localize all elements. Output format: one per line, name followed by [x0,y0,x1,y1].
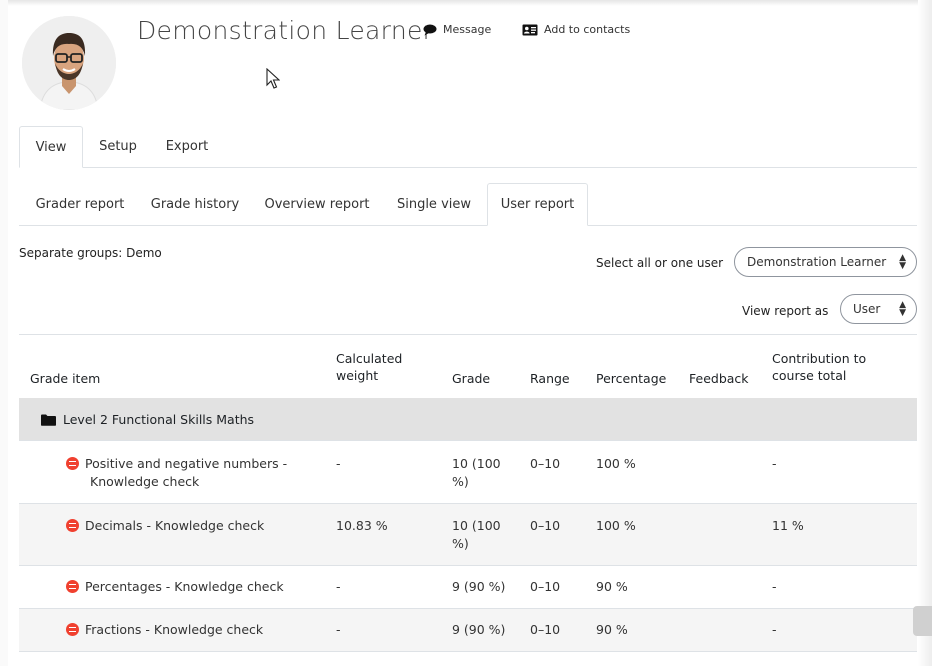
tab-single-view[interactable]: Single view [381,183,487,225]
grade-cell: 10 (100 %) [452,517,501,553]
avatar[interactable] [22,16,116,110]
tab-export-label: Export [165,139,209,154]
col-grade[interactable]: Grade [452,370,490,387]
col-contribution-line2: course total [772,368,847,383]
col-feedback[interactable]: Feedback [689,370,749,387]
grade-line2: %) [452,536,469,551]
grade-item-name: Percentages - Knowledge check [85,579,284,594]
right-shadow [918,0,932,666]
back-to-top-button[interactable] [913,606,932,636]
grade-cell: 9 (90 %) [452,579,506,594]
percentage-cell: 90 % [596,579,628,594]
grade-item-name-cont: Knowledge check [90,474,200,489]
table-row [19,652,917,672]
tab-overview-report[interactable]: Overview report [253,183,381,225]
grade-item-name: Positive and negative numbers - [85,456,288,471]
range-cell: 0–10 [530,622,561,637]
folder-icon [41,414,56,426]
weight-cell: - [336,622,341,637]
add-to-contacts-label: Add to contacts [544,23,631,36]
range-cell: 0–10 [530,456,561,471]
grade-cell: 9 (90 %) [452,622,506,637]
category-row: Level 2 Functional Skills Maths [19,398,917,441]
table-row: Decimals - Knowledge check 10.83 % 10 (1… [19,504,917,566]
groups-label: Separate groups: Demo [19,246,162,260]
col-weight-line1: Calculated [336,351,403,366]
avatar-photo [22,16,116,110]
top-shadow [0,0,932,6]
quiz-icon [66,519,79,532]
add-to-contacts-button[interactable]: Add to contacts [522,23,630,36]
table-row: Fractions - Knowledge check - 9 (90 %) 0… [19,609,917,652]
contribution-cell: 11 % [772,518,804,533]
tab-export[interactable]: Export [153,126,221,167]
contribution-cell: - [772,456,777,471]
grade-line1: 10 (100 [452,456,501,471]
message-button[interactable]: Message [423,23,491,36]
user-select-value: Demonstration Learner [747,255,887,269]
category-cell[interactable]: Level 2 Functional Skills Maths [41,411,254,429]
primary-tabs: View Setup Export [19,126,917,168]
grade-item-cell[interactable]: Decimals - Knowledge check [66,517,336,535]
percentage-cell: 100 % [596,518,636,533]
category-name: Level 2 Functional Skills Maths [63,412,255,427]
tab-user-report-label: User report [500,197,575,212]
message-label: Message [443,23,492,36]
col-range[interactable]: Range [530,370,570,387]
tab-grader-report[interactable]: Grader report [23,183,137,225]
view-as-value: User [853,302,881,316]
view-as-select[interactable]: User ▲ ▼ [840,294,917,324]
weight-cell: - [336,579,341,594]
user-select[interactable]: Demonstration Learner ▲ ▼ [734,247,917,277]
weight-cell: 10.83 % [336,518,388,533]
mouse-cursor-icon [266,68,280,89]
grade-item-cell[interactable]: Fractions - Knowledge check [66,621,336,639]
grade-item-cell[interactable]: Percentages - Knowledge check [66,578,336,596]
tab-view-label: View [35,139,67,155]
contribution-cell: - [772,579,777,594]
select-arrows-icon: ▲ ▼ [899,300,906,318]
range-cell: 0–10 [530,518,561,533]
percentage-cell: 90 % [596,622,628,637]
quiz-icon [66,623,79,636]
tab-overview-report-label: Overview report [264,196,370,212]
tab-user-report[interactable]: User report [487,183,588,226]
grade-item-cell[interactable]: Positive and negative numbers - Knowledg… [66,455,336,491]
col-contribution-line1: Contribution to [772,351,867,366]
address-card-icon [522,24,538,35]
contribution-cell: - [772,622,777,637]
quiz-icon [66,457,79,470]
tab-grader-report-label: Grader report [35,196,125,212]
range-cell: 0–10 [530,579,561,594]
table-row: Percentages - Knowledge check - 9 (90 %)… [19,566,917,609]
page-title: Demonstration Learner [137,16,434,45]
tab-setup-label: Setup [99,139,137,154]
col-weight-line2: weight [336,368,379,383]
grade-cell: 10 (100 %) [452,455,501,491]
view-as-label: View report as [742,304,829,318]
col-contribution[interactable]: Contribution to course total [772,350,866,384]
grade-item-name: Fractions - Knowledge check [85,622,264,637]
quiz-icon [66,580,79,593]
table-row: Positive and negative numbers - Knowledg… [19,441,917,504]
grade-item-name: Decimals - Knowledge check [85,518,265,533]
col-percentage[interactable]: Percentage [596,370,666,387]
divider [19,334,917,335]
tab-single-view-label: Single view [396,196,472,212]
left-gutter [0,0,8,666]
tab-setup[interactable]: Setup [83,126,153,167]
grade-line1: 10 (100 [452,518,501,533]
percentage-cell: 100 % [596,456,636,471]
user-select-label: Select all or one user [596,256,724,270]
speech-bubble-icon [423,24,437,35]
col-calculated-weight[interactable]: Calculated weight [336,350,402,384]
col-grade-item[interactable]: Grade item [30,370,100,387]
grade-line2: %) [452,474,469,489]
select-arrows-icon: ▲ ▼ [899,253,906,271]
tab-view[interactable]: View [19,126,83,168]
tab-grade-history[interactable]: Grade history [137,183,253,225]
secondary-tabs: Grader report Grade history Overview rep… [19,183,917,226]
weight-cell: - [336,456,341,471]
tab-grade-history-label: Grade history [150,196,240,212]
